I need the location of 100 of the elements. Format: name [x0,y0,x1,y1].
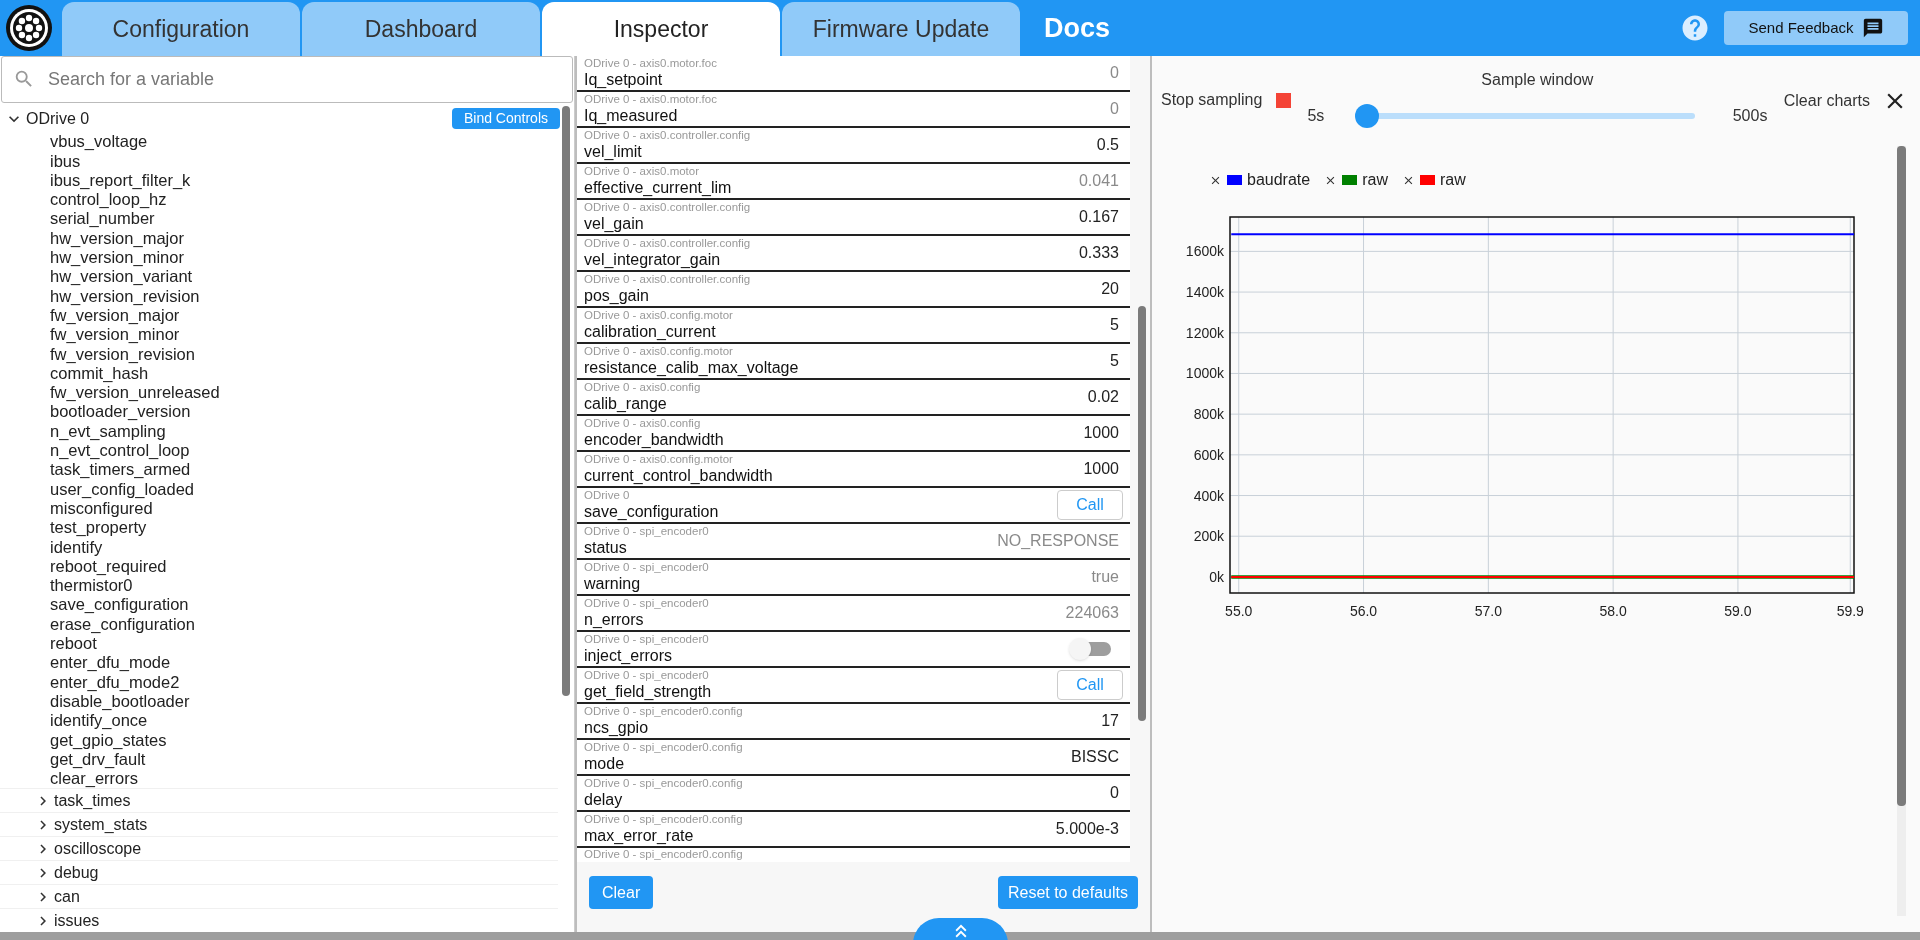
tree-group[interactable]: task_times [54,788,131,813]
search-icon [13,68,35,90]
tree-item[interactable]: disable_bootloader [50,692,190,710]
tree-item[interactable]: ibus [50,152,81,170]
variable-name: save_configuration [584,502,720,521]
tree-item[interactable]: get_drv_fault [50,750,146,768]
tree-item[interactable]: save_configuration [50,596,189,613]
tree-item[interactable]: get_gpio_states [50,731,167,748]
tree-item[interactable]: bootloader_version [50,403,191,420]
axis-tick-label: 1000k [1185,365,1224,382]
tree-item[interactable]: fw_version_unreleased [50,384,220,401]
value-field[interactable]: 5.000e-3 [1055,817,1119,841]
variable-path: ODrive 0 - axis0.motor [584,165,701,178]
tree-item[interactable]: fw_version_major [50,306,180,324]
variable-name: resistance_calib_max_voltage [584,358,800,377]
value-field[interactable]: 1000 [1083,421,1119,445]
variable-name: mode [584,754,626,773]
legend-label: raw [1362,170,1388,190]
variable-name: calibration_current [584,322,717,341]
scrollbar[interactable] [1897,146,1906,806]
tree-item[interactable]: hw_version_minor [50,249,184,266]
tree-group[interactable]: debug [54,860,99,885]
tree-item[interactable]: task_timers_armed [50,461,191,478]
slider-thumb[interactable] [1355,104,1380,128]
slider-max-label: 500s [1732,106,1768,126]
tree-item[interactable]: misconfigured [50,499,153,517]
clear-charts-label[interactable]: Clear charts [1783,89,1870,113]
tree-item[interactable]: clear_errors [50,770,139,787]
axis-tick-label: 1200k [1185,324,1224,341]
tree-group[interactable]: can [54,884,80,909]
tree-item[interactable]: test_property [50,519,147,536]
tree-item[interactable]: fw_version_minor [50,326,180,343]
tree-item[interactable]: ibus_report_filter_k [50,171,191,189]
tree-item[interactable]: enter_dfu_mode [50,654,171,671]
variable-name: Iq_setpoint [584,70,664,89]
search-field[interactable]: Search for a variable [1,56,573,103]
tree-item[interactable]: hw_version_major [50,229,184,247]
tree-item[interactable]: enter_dfu_mode2 [50,673,180,691]
variable-path: ODrive 0 - spi_encoder0.config [584,705,744,718]
value-field[interactable]: 0 [1110,781,1119,805]
variable-path: ODrive 0 - spi_encoder0.config [584,813,744,826]
axis-tick-label: 200k [1193,528,1224,545]
variable-path: ODrive 0 - axis0.config [584,381,702,394]
value-field[interactable]: 0.02 [1087,385,1119,409]
tree-item[interactable]: n_evt_sampling [50,422,166,440]
value-field[interactable]: 5 [1110,349,1119,373]
axis-tick-label: 57.0 [1474,603,1502,619]
tree-item[interactable]: thermistor0 [50,577,133,594]
stop-icon[interactable] [1276,92,1292,108]
send-feedback-button[interactable]: Send Feedback [1724,11,1908,45]
help-icon[interactable] [1680,13,1710,43]
tree-item[interactable]: vbus_voltage [50,133,148,150]
value-field[interactable]: 20 [1101,277,1119,301]
stop-sampling-label[interactable]: Stop sampling [1161,88,1263,112]
tree-group[interactable]: system_stats [54,812,148,837]
tree-item[interactable]: hw_version_variant [50,268,193,285]
tab[interactable]: Dashboard [302,2,540,56]
tree-item[interactable]: control_loop_hz [50,191,167,208]
value-field[interactable]: 5 [1110,313,1119,337]
sample-window-label: Sample window [1481,70,1594,90]
tree-item[interactable]: reboot [50,635,97,652]
variable-name: encoder_bandwidth [584,430,725,449]
tree-item[interactable]: serial_number [50,210,155,227]
scrollbar[interactable] [1138,306,1146,721]
value-field[interactable]: 0.167 [1078,205,1119,229]
toggle-switch[interactable] [1069,638,1113,660]
axis-tick-label: 58.0 [1599,603,1627,619]
value-field[interactable]: 0.333 [1078,241,1119,265]
tab[interactable]: Configuration [62,2,300,56]
value-field: NO_RESPONSE [997,529,1119,553]
tree-item[interactable]: fw_version_revision [50,345,195,363]
value-field[interactable]: 17 [1101,709,1119,733]
tree-group[interactable]: oscilloscope [54,836,142,861]
variable-name: vel_gain [584,214,645,233]
tree-item[interactable]: identify_once [50,712,148,729]
variable-path: ODrive 0 - axis0.controller.config [584,201,752,214]
tab[interactable]: Firmware Update [782,2,1020,56]
tree-item[interactable]: user_config_loaded [50,480,195,498]
variable-name: pos_gain [584,286,650,305]
variable-name: calib_range [584,394,668,413]
logo-icon [5,4,53,52]
scrollbar[interactable] [562,106,570,696]
variable-path: ODrive 0 - axis0.config [584,417,702,430]
variable-name: get_field_strength [584,682,713,701]
variable-path: ODrive 0 - spi_encoder0 [584,597,710,610]
tree-item[interactable]: erase_configuration [50,615,195,633]
variable-name: max_error_rate [584,826,695,845]
value-field[interactable]: 1000 [1083,457,1119,481]
tree-group[interactable]: issues [54,908,100,933]
tree-item[interactable]: commit_hash [50,364,149,382]
variable-name: status [584,538,628,557]
value-field[interactable]: 0.5 [1096,133,1119,157]
tree-item[interactable]: n_evt_control_loop [50,442,190,459]
tree-node[interactable]: ODrive 0 [26,106,90,131]
value-field[interactable]: BISSC [1071,745,1119,769]
tree-item[interactable]: reboot_required [50,557,167,575]
tree-item[interactable]: identify [50,538,103,556]
tab[interactable]: Inspector [542,2,780,56]
tree-item[interactable]: hw_version_revision [50,287,200,305]
axis-tick-label: 1400k [1185,284,1224,301]
